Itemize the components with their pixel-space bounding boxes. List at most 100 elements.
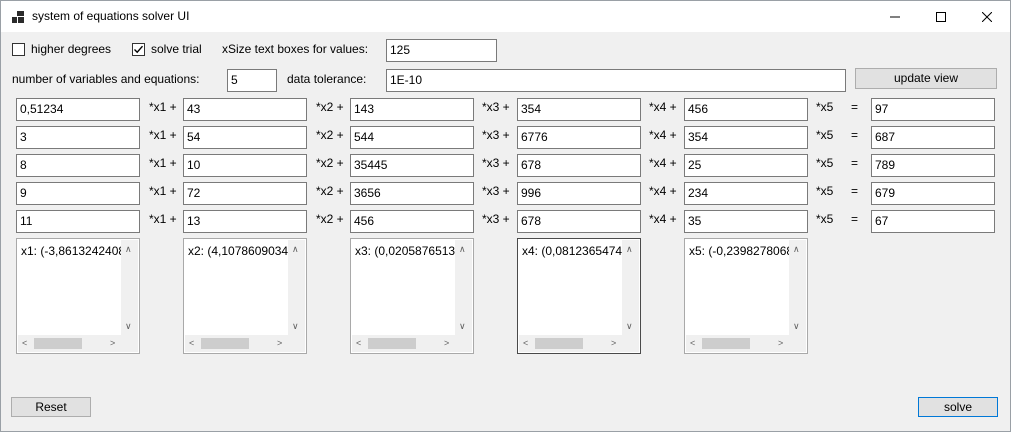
vertical-scrollbar[interactable]: ∧ ∨ bbox=[288, 240, 305, 335]
coefficient-input[interactable]: 3 bbox=[16, 126, 140, 149]
checkmark-icon bbox=[134, 45, 144, 54]
scroll-down-icon[interactable]: ∨ bbox=[125, 321, 132, 331]
coefficient-input[interactable]: 544 bbox=[350, 126, 474, 149]
coefficient-input[interactable]: 678 bbox=[517, 210, 641, 233]
variable-term-label: *x4 + bbox=[649, 184, 677, 198]
scroll-down-icon[interactable]: ∨ bbox=[793, 321, 800, 331]
scroll-right-icon[interactable]: > bbox=[277, 338, 282, 348]
scroll-right-icon[interactable]: > bbox=[110, 338, 115, 348]
coefficient-input[interactable]: 354 bbox=[517, 98, 641, 121]
result-textbox[interactable]: x4: (0,08123654740 ∧ ∨ < > bbox=[517, 238, 641, 354]
scroll-thumb[interactable] bbox=[34, 338, 82, 349]
scroll-down-icon[interactable]: ∨ bbox=[626, 321, 633, 331]
result-textbox[interactable]: x5: (-0,2398278068 ∧ ∨ < > bbox=[684, 238, 808, 354]
solve-trial-checkbox[interactable] bbox=[132, 43, 145, 56]
coefficient-input[interactable]: 234 bbox=[684, 182, 808, 205]
higher-degrees-checkbox[interactable] bbox=[12, 43, 25, 56]
variable-term-label: *x5 bbox=[816, 184, 834, 198]
variable-term-label: *x1 + bbox=[149, 184, 177, 198]
rhs-input[interactable]: 97 bbox=[871, 98, 995, 121]
maximize-icon bbox=[936, 11, 946, 22]
scroll-thumb[interactable] bbox=[535, 338, 583, 349]
rhs-input[interactable]: 679 bbox=[871, 182, 995, 205]
scroll-up-icon[interactable]: ∧ bbox=[793, 244, 800, 254]
scroll-down-icon[interactable]: ∨ bbox=[459, 321, 466, 331]
scroll-thumb[interactable] bbox=[702, 338, 750, 349]
coefficient-input[interactable]: 13 bbox=[183, 210, 307, 233]
variable-term-label: *x5 bbox=[816, 212, 834, 226]
result-value: x1: (-3,8613242408 bbox=[21, 244, 121, 258]
horizontal-scrollbar[interactable]: < > bbox=[519, 335, 623, 352]
scroll-thumb[interactable] bbox=[368, 338, 416, 349]
scroll-left-icon[interactable]: < bbox=[22, 338, 27, 348]
coefficient-input[interactable]: 143 bbox=[350, 98, 474, 121]
title-bar[interactable]: system of equations solver UI bbox=[1, 1, 1010, 32]
result-textbox[interactable]: x2: (4,10786090344 ∧ ∨ < > bbox=[183, 238, 307, 354]
variable-term-label: *x1 + bbox=[149, 100, 177, 114]
scroll-thumb[interactable] bbox=[201, 338, 249, 349]
scroll-up-icon[interactable]: ∧ bbox=[125, 244, 132, 254]
variable-term-label: *x4 + bbox=[649, 100, 677, 114]
num-vars-input[interactable]: 5 bbox=[227, 69, 277, 92]
variable-term-label: *x5 bbox=[816, 156, 834, 170]
scroll-right-icon[interactable]: > bbox=[778, 338, 783, 348]
coefficient-input[interactable]: 678 bbox=[517, 154, 641, 177]
scroll-left-icon[interactable]: < bbox=[189, 338, 194, 348]
scroll-up-icon[interactable]: ∧ bbox=[626, 244, 633, 254]
higher-degrees-label: higher degrees bbox=[31, 42, 112, 56]
coefficient-input[interactable]: 10 bbox=[183, 154, 307, 177]
scroll-up-icon[interactable]: ∧ bbox=[459, 244, 466, 254]
result-textbox[interactable]: x3: (0,02058765131 ∧ ∨ < > bbox=[350, 238, 474, 354]
scroll-left-icon[interactable]: < bbox=[523, 338, 528, 348]
result-textbox[interactable]: x1: (-3,8613242408 ∧ ∨ < > bbox=[16, 238, 140, 354]
maximize-button[interactable] bbox=[918, 1, 964, 32]
horizontal-scrollbar[interactable]: < > bbox=[18, 335, 122, 352]
close-icon bbox=[982, 11, 992, 22]
variable-term-label: *x1 + bbox=[149, 128, 177, 142]
coefficient-input[interactable]: 72 bbox=[183, 182, 307, 205]
scroll-up-icon[interactable]: ∧ bbox=[292, 244, 299, 254]
coefficient-input[interactable]: 0,51234 bbox=[16, 98, 140, 121]
variable-term-label: *x5 bbox=[816, 128, 834, 142]
close-button[interactable] bbox=[964, 1, 1010, 32]
coefficient-input[interactable]: 456 bbox=[684, 98, 808, 121]
coefficient-input[interactable]: 9 bbox=[16, 182, 140, 205]
coefficient-input[interactable]: 54 bbox=[183, 126, 307, 149]
vertical-scrollbar[interactable]: ∧ ∨ bbox=[622, 240, 639, 335]
result-value: x4: (0,08123654740 bbox=[522, 244, 622, 258]
rhs-input[interactable]: 67 bbox=[871, 210, 995, 233]
horizontal-scrollbar[interactable]: < > bbox=[352, 335, 456, 352]
solve-button[interactable]: solve bbox=[918, 397, 998, 417]
rhs-input[interactable]: 789 bbox=[871, 154, 995, 177]
tolerance-input[interactable]: 1E-10 bbox=[386, 69, 846, 92]
coefficient-input[interactable]: 996 bbox=[517, 182, 641, 205]
vertical-scrollbar[interactable]: ∧ ∨ bbox=[789, 240, 806, 335]
coefficient-input[interactable]: 25 bbox=[684, 154, 808, 177]
coefficient-input[interactable]: 35445 bbox=[350, 154, 474, 177]
horizontal-scrollbar[interactable]: < > bbox=[185, 335, 289, 352]
coefficient-input[interactable]: 3656 bbox=[350, 182, 474, 205]
rhs-input[interactable]: 687 bbox=[871, 126, 995, 149]
coefficient-input[interactable]: 456 bbox=[350, 210, 474, 233]
coefficient-input[interactable]: 43 bbox=[183, 98, 307, 121]
variable-term-label: *x4 + bbox=[649, 128, 677, 142]
vertical-scrollbar[interactable]: ∧ ∨ bbox=[455, 240, 472, 335]
coefficient-input[interactable]: 8 bbox=[16, 154, 140, 177]
coefficient-input[interactable]: 35 bbox=[684, 210, 808, 233]
coefficient-input[interactable]: 11 bbox=[16, 210, 140, 233]
result-value: x2: (4,10786090344 bbox=[188, 244, 288, 258]
coefficient-input[interactable]: 6776 bbox=[517, 126, 641, 149]
equals-label: = bbox=[851, 156, 859, 170]
horizontal-scrollbar[interactable]: < > bbox=[686, 335, 790, 352]
scroll-left-icon[interactable]: < bbox=[356, 338, 361, 348]
scroll-right-icon[interactable]: > bbox=[444, 338, 449, 348]
vertical-scrollbar[interactable]: ∧ ∨ bbox=[121, 240, 138, 335]
scroll-down-icon[interactable]: ∨ bbox=[292, 321, 299, 331]
update-view-button[interactable]: update view bbox=[855, 68, 997, 89]
xsize-input[interactable]: 125 bbox=[386, 39, 497, 62]
scroll-left-icon[interactable]: < bbox=[690, 338, 695, 348]
coefficient-input[interactable]: 354 bbox=[684, 126, 808, 149]
scroll-right-icon[interactable]: > bbox=[611, 338, 616, 348]
reset-button[interactable]: Reset bbox=[11, 397, 91, 417]
minimize-button[interactable] bbox=[872, 1, 918, 32]
